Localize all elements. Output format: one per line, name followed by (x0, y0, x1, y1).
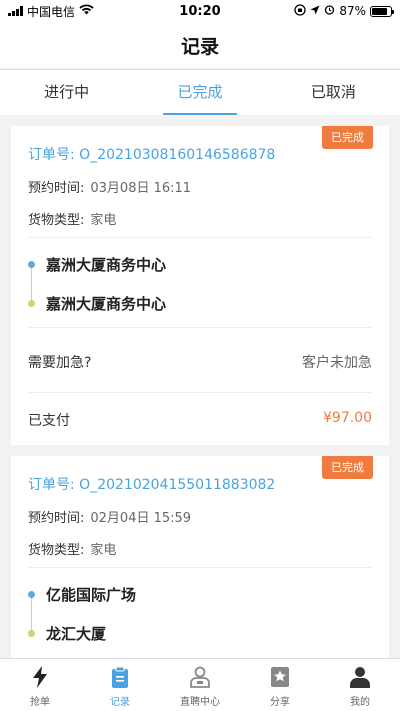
goods-type-value: 家电 (90, 213, 117, 228)
share-star-icon (268, 664, 292, 690)
signal-icon (8, 6, 23, 16)
order-number-value: O_20210204155011883082 (79, 477, 276, 493)
divider (28, 237, 372, 238)
pickup-dot-icon (28, 261, 35, 268)
order-number[interactable]: 订单号: O_20210308160146586878 (28, 144, 275, 164)
order-card[interactable]: 已完成 订单号: O_20210308160146586878 预约时间: 03月… (11, 126, 389, 445)
alarm-icon (324, 4, 335, 18)
goods-type-value: 家电 (90, 543, 117, 558)
nav-label: 我的 (350, 697, 370, 708)
pickup-address: 亿能国际广场 (28, 584, 136, 605)
status-bar: 中国电信 10:20 87% (0, 0, 400, 22)
carrier-label: 中国电信 (27, 4, 76, 19)
goods-type-row: 货物类型: 家电 (28, 209, 116, 228)
lightning-icon (28, 664, 52, 690)
reserve-time-value: 02月04日 15:59 (90, 511, 192, 526)
tab-cancelled[interactable]: 已取消 (267, 70, 400, 115)
location-icon (310, 4, 320, 18)
pickup-address: 嘉洲大厦商务中心 (28, 254, 166, 275)
order-number-label: 订单号: (28, 477, 75, 493)
urgent-value: 客户未加急 (302, 355, 372, 371)
order-number-value: O_20210308160146586878 (79, 147, 276, 163)
nav-recruit-center[interactable]: 直聘中心 (160, 659, 240, 711)
pickup-address-text: 亿能国际广场 (46, 586, 137, 604)
tab-bar: 进行中 已完成 已取消 (0, 69, 400, 115)
divider (28, 567, 372, 568)
wifi-icon (79, 4, 94, 18)
nav-mine[interactable]: 我的 (320, 659, 400, 711)
reserve-time-label: 预约时间: (28, 181, 85, 196)
tab-in-progress[interactable]: 进行中 (0, 70, 133, 115)
dropoff-address: 龙汇大厦 (28, 623, 106, 644)
dropoff-dot-icon (28, 630, 35, 637)
battery-icon (370, 5, 394, 17)
order-list[interactable]: 已完成 订单号: O_20210308160146586878 预约时间: 03月… (0, 126, 400, 658)
page-title: 记录 (0, 22, 400, 68)
nav-label: 抢单 (30, 697, 50, 708)
nav-label: 分享 (270, 697, 290, 708)
urgent-label: 需要加急? (28, 355, 92, 371)
order-price: ¥97.00 (323, 410, 372, 426)
nav-label: 直聘中心 (180, 697, 220, 708)
reserve-time-row: 预约时间: 03月08日 16:11 (28, 177, 191, 196)
reserve-time-label: 预约时间: (28, 511, 85, 526)
reserve-time-row: 预约时间: 02月04日 15:59 (28, 507, 191, 526)
bottom-nav: 抢单 记录 直聘中心 分享 我的 (0, 658, 400, 711)
payment-status: 已支付 (28, 413, 70, 429)
pickup-address-text: 嘉洲大厦商务中心 (46, 256, 167, 274)
battery-percent: 87% (339, 4, 366, 18)
status-badge: 已完成 (322, 126, 373, 149)
tab-completed[interactable]: 已完成 (133, 70, 266, 115)
divider (28, 327, 372, 328)
nav-records[interactable]: 记录 (80, 659, 160, 711)
person-icon (348, 664, 372, 690)
dropoff-dot-icon (28, 300, 35, 307)
orientation-lock-icon (294, 3, 306, 19)
order-card[interactable]: 已完成 订单号: O_20210204155011883082 预约时间: 02月… (11, 456, 389, 658)
dropoff-address: 嘉洲大厦商务中心 (28, 293, 166, 314)
divider (28, 392, 372, 393)
dropoff-address-text: 龙汇大厦 (46, 625, 107, 643)
status-badge: 已完成 (322, 456, 373, 479)
goods-type-row: 货物类型: 家电 (28, 539, 116, 558)
dropoff-address-text: 嘉洲大厦商务中心 (46, 295, 167, 313)
pickup-dot-icon (28, 591, 35, 598)
goods-type-label: 货物类型: (28, 543, 85, 558)
nav-grab-order[interactable]: 抢单 (0, 659, 80, 711)
nav-share[interactable]: 分享 (240, 659, 320, 711)
reserve-time-value: 03月08日 16:11 (90, 181, 192, 196)
nav-label: 记录 (110, 697, 130, 708)
recruit-icon (188, 664, 212, 690)
order-number[interactable]: 订单号: O_20210204155011883082 (28, 474, 275, 494)
goods-type-label: 货物类型: (28, 213, 85, 228)
order-number-label: 订单号: (28, 147, 75, 163)
clipboard-icon (108, 664, 132, 690)
